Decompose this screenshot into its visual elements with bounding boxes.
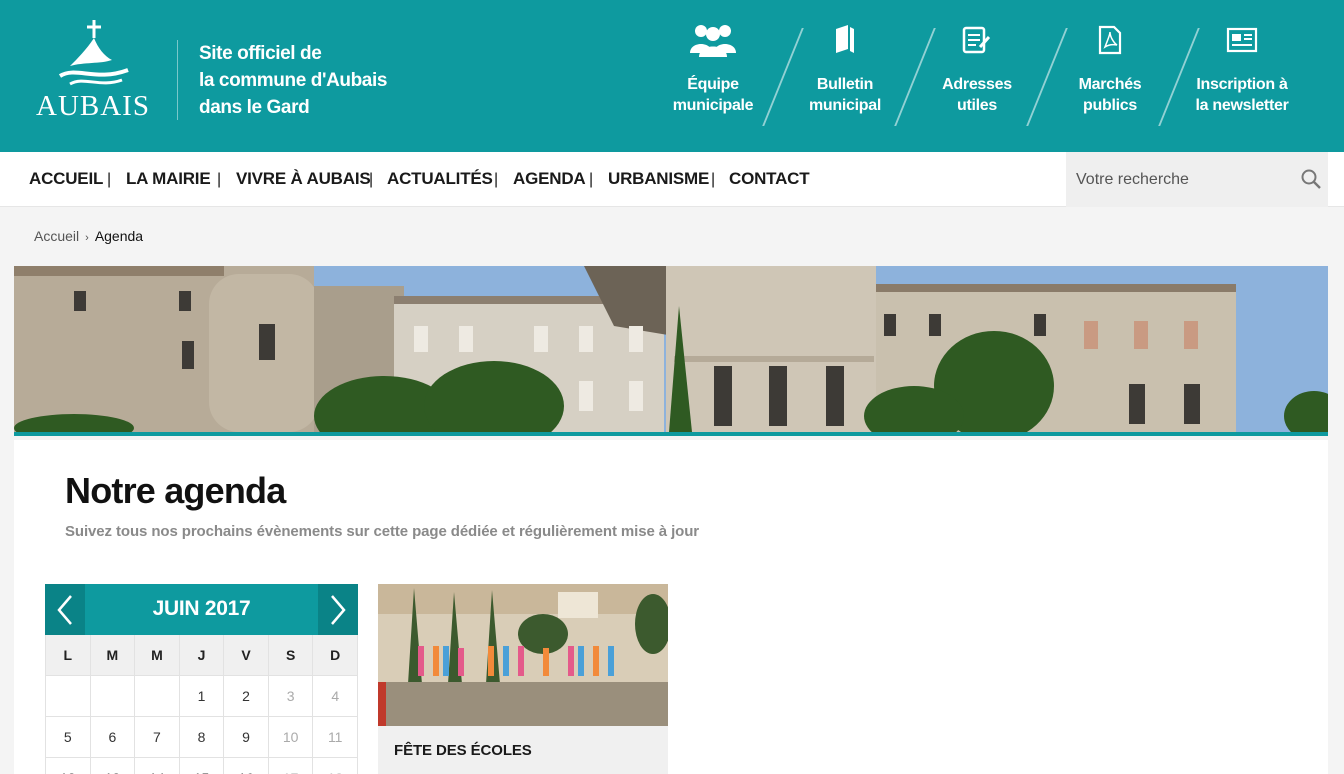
castle-photo (14, 266, 1328, 432)
page-subtitle: Suivez tous nos prochains évènements sur… (65, 523, 700, 540)
banner-image (14, 266, 1328, 436)
notepad-icon (922, 20, 1032, 60)
quick-link-label: utiles (957, 97, 997, 114)
quick-link-label: Marchés (1078, 76, 1142, 93)
weekday-header: M (135, 635, 180, 676)
nav-item-agenda[interactable]: AGENDA (513, 169, 586, 189)
calendar-grid: L M M J V S D 1 2 3 4 5 6 7 8 9 10 11 12… (45, 635, 358, 774)
weekday-header: S (268, 635, 314, 676)
quick-link-label: municipal (809, 97, 881, 114)
event-title: FÊTE DES ÉCOLES (394, 742, 532, 759)
calendar-month-label: JUIN 2017 (152, 597, 251, 620)
calendar-day[interactable]: 15 (180, 758, 225, 774)
nav-separator: | (494, 171, 499, 188)
calendar-day-weekend[interactable]: 10 (268, 717, 314, 758)
newspaper-icon (1187, 20, 1297, 60)
calendar-day[interactable]: 14 (135, 758, 180, 774)
tagline-line: la commune d'Aubais (199, 70, 388, 91)
calendar-day[interactable]: 12 (46, 758, 91, 774)
logo-text: AUBAIS (36, 90, 150, 122)
page-title: Notre agenda (65, 470, 286, 511)
event-photo (378, 584, 668, 726)
calendar-day[interactable]: 9 (224, 717, 269, 758)
calendar-day-empty (46, 676, 91, 717)
quick-link-equipe[interactable]: Équipe municipale (658, 20, 768, 130)
calendar-day[interactable]: 5 (46, 717, 91, 758)
event-card[interactable]: FÊTE DES ÉCOLES (378, 584, 668, 774)
nav-separator: | (107, 171, 112, 188)
tagline-line: Site officiel de (199, 43, 322, 64)
nav-separator: | (589, 171, 594, 188)
breadcrumb-home-link[interactable]: Accueil (34, 228, 79, 244)
nav-item-urbanisme[interactable]: URBANISME (608, 169, 709, 189)
calendar-day-empty (135, 676, 180, 717)
logo-divider (177, 40, 178, 120)
calendar-day-weekend[interactable]: 4 (313, 676, 358, 717)
quick-link-label: Bulletin (816, 76, 874, 93)
chevron-right-icon (331, 594, 346, 625)
weekday-header: M (90, 635, 136, 676)
quick-link-label: Adresses (942, 76, 1012, 93)
nav-item-la-mairie[interactable]: LA MAIRIE (126, 169, 211, 189)
weekday-header: D (313, 635, 358, 676)
calendar-prev-button[interactable] (45, 584, 85, 635)
quick-link-newsletter[interactable]: Inscription à la newsletter (1187, 20, 1297, 130)
pdf-icon (1055, 20, 1165, 60)
quick-link-label: publics (1083, 97, 1137, 114)
calendar-day[interactable]: 13 (91, 758, 136, 774)
calendar-day[interactable]: 2 (224, 676, 269, 717)
weekday-header: J (179, 635, 225, 676)
book-icon (790, 20, 900, 60)
nav-item-actualites[interactable]: ACTUALITÉS (387, 169, 493, 189)
top-header: AUBAIS Site officiel de la commune d'Aub… (0, 0, 1344, 152)
aubais-logo[interactable]: AUBAIS (34, 20, 154, 124)
quick-link-bulletin[interactable]: Bulletin municipal (790, 20, 900, 130)
nav-separator: | (217, 171, 222, 188)
breadcrumb-current: Agenda (94, 228, 144, 244)
school-party-photo (378, 584, 668, 726)
calendar-day[interactable]: 1 (179, 676, 225, 717)
breadcrumb-separator: › (85, 232, 89, 244)
search-input[interactable] (1066, 152, 1286, 207)
people-icon (658, 20, 768, 60)
nav-separator: | (369, 171, 374, 188)
calendar-header: JUIN 2017 (45, 584, 358, 635)
search-box (1066, 152, 1328, 207)
quick-link-marches[interactable]: Marchés publics (1055, 20, 1165, 130)
calendar-day-weekend[interactable]: 17 (269, 758, 314, 774)
calendar-day-empty (90, 676, 136, 717)
search-icon[interactable] (1300, 168, 1322, 190)
calendar-day-weekend[interactable]: 11 (313, 717, 358, 758)
content-panel: Notre agenda Suivez tous nos prochains é… (14, 440, 1328, 774)
calendar-day-weekend[interactable]: 3 (268, 676, 314, 717)
calendar: JUIN 2017 L M M J V S D 1 2 3 4 5 6 7 8 … (45, 584, 358, 774)
calendar-day[interactable]: 8 (179, 717, 225, 758)
quick-link-adresses[interactable]: Adresses utiles (922, 20, 1032, 130)
quick-link-label: Équipe (687, 76, 739, 93)
nav-item-vivre-a-aubais[interactable]: VIVRE À AUBAIS (236, 169, 371, 189)
calendar-next-button[interactable] (318, 584, 358, 635)
calendar-day-weekend[interactable]: 18 (313, 758, 358, 774)
quick-link-label: la newsletter (1195, 97, 1289, 114)
logo-emblem-icon (58, 20, 129, 86)
quick-link-label: Inscription à (1196, 76, 1288, 93)
calendar-day[interactable]: 16 (224, 758, 269, 774)
nav-item-accueil[interactable]: ACCUEIL (29, 169, 103, 189)
weekday-header: V (224, 635, 269, 676)
tagline-line: dans le Gard (199, 97, 310, 118)
site-tagline: Site officiel de la commune d'Aubais dan… (199, 40, 399, 121)
calendar-day[interactable]: 6 (90, 717, 136, 758)
main-nav: ACCUEIL | LA MAIRIE | VIVRE À AUBAIS | A… (0, 152, 1344, 207)
quick-link-label: municipale (672, 97, 754, 114)
nav-item-contact[interactable]: CONTACT (729, 169, 810, 189)
chevron-left-icon (57, 594, 72, 625)
breadcrumb: Accueil › Agenda (34, 228, 143, 244)
weekday-header: L (46, 635, 91, 676)
calendar-day[interactable]: 7 (135, 717, 180, 758)
nav-separator: | (711, 171, 716, 188)
